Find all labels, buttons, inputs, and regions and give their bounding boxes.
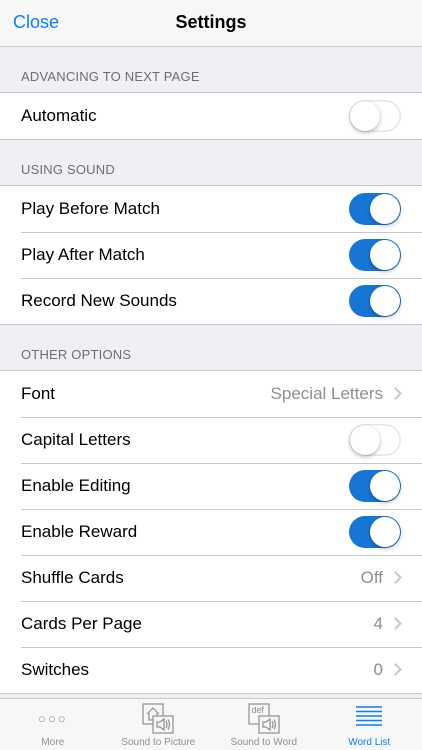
toggle-knob bbox=[350, 425, 380, 455]
row-cards-per-page[interactable]: Cards Per Page 4 bbox=[0, 601, 422, 647]
row-shuffle-cards[interactable]: Shuffle Cards Off bbox=[0, 555, 422, 601]
enable-reward-toggle[interactable] bbox=[349, 516, 401, 548]
row-value: Special Letters bbox=[270, 384, 383, 403]
word-list-icon bbox=[356, 706, 383, 726]
tab-sound-to-word[interactable]: def Sound to Word bbox=[211, 699, 317, 750]
chevron-right-icon bbox=[389, 617, 402, 630]
section-header: ADVANCING TO NEXT PAGE bbox=[21, 69, 200, 84]
row-capital-letters: Capital Letters bbox=[0, 417, 422, 463]
navigation-bar: Close Settings bbox=[0, 0, 422, 47]
sound-to-word-icon: def bbox=[248, 703, 280, 734]
page-title: Settings bbox=[175, 12, 247, 32]
row-label: Switches bbox=[21, 660, 90, 679]
tab-more[interactable]: ○○○ More bbox=[0, 699, 106, 750]
more-dots-icon: ○○○ bbox=[37, 711, 68, 726]
row-label: Cards Per Page bbox=[21, 614, 142, 633]
row-value: Off bbox=[360, 568, 383, 587]
sound-to-picture-icon bbox=[142, 703, 174, 734]
row-value: 0 bbox=[373, 660, 383, 679]
row-label: Enable Editing bbox=[21, 476, 131, 495]
toggle-knob bbox=[370, 286, 400, 316]
chevron-right-icon bbox=[389, 663, 402, 676]
chevron-right-icon bbox=[389, 387, 402, 400]
row-font[interactable]: Font Special Letters bbox=[0, 371, 422, 417]
capital-letters-toggle[interactable] bbox=[349, 424, 401, 456]
section-header: OTHER OPTIONS bbox=[21, 347, 132, 362]
row-label: Shuffle Cards bbox=[21, 568, 124, 587]
row-record-new-sounds: Record New Sounds bbox=[0, 278, 422, 324]
enable-editing-toggle[interactable] bbox=[349, 470, 401, 502]
toggle-knob bbox=[370, 240, 400, 270]
toggle-knob bbox=[370, 194, 400, 224]
tab-sound-to-picture[interactable]: Sound to Picture bbox=[106, 699, 212, 750]
tab-label: More bbox=[41, 737, 65, 748]
row-enable-reward: Enable Reward bbox=[0, 509, 422, 555]
row-value: 4 bbox=[373, 614, 383, 633]
play-after-match-toggle[interactable] bbox=[349, 239, 401, 271]
tab-label: Sound to Picture bbox=[121, 737, 196, 748]
settings-group: Automatic bbox=[0, 92, 422, 140]
row-switches[interactable]: Switches 0 bbox=[0, 647, 422, 693]
toggle-knob bbox=[370, 471, 400, 501]
def-text: def bbox=[251, 705, 264, 715]
row-label: Capital Letters bbox=[21, 430, 131, 449]
toggle-knob bbox=[370, 517, 400, 547]
play-before-match-toggle[interactable] bbox=[349, 193, 401, 225]
row-automatic: Automatic bbox=[0, 93, 422, 139]
row-label: Font bbox=[21, 384, 56, 403]
row-enable-editing: Enable Editing bbox=[0, 463, 422, 509]
settings-group: Font Special Letters Capital Letters Enable… bbox=[0, 370, 422, 694]
settings-group: Play Before Match Play After Match Record … bbox=[0, 185, 422, 325]
row-play-before-match: Play Before Match bbox=[0, 186, 422, 232]
settings-list[interactable]: ADVANCING TO NEXT PAGE Automatic USING SOU… bbox=[0, 47, 422, 698]
automatic-toggle[interactable] bbox=[349, 100, 401, 132]
row-label: Play Before Match bbox=[21, 199, 160, 218]
row-label: Enable Reward bbox=[21, 522, 138, 541]
section-header: USING SOUND bbox=[21, 162, 115, 177]
tab-bar: ○○○ More Sound to Picture def Sound to W… bbox=[0, 698, 422, 750]
record-new-sounds-toggle[interactable] bbox=[349, 285, 401, 317]
tab-label: Word List bbox=[348, 737, 391, 748]
row-play-after-match: Play After Match bbox=[0, 232, 422, 278]
tab-label: Sound to Word bbox=[230, 737, 298, 748]
row-label: Record New Sounds bbox=[21, 291, 177, 310]
tab-word-list[interactable]: Word List bbox=[317, 699, 422, 750]
row-label: Automatic bbox=[21, 106, 97, 125]
row-label: Play After Match bbox=[21, 245, 145, 264]
chevron-right-icon bbox=[389, 571, 402, 584]
toggle-knob bbox=[350, 101, 380, 131]
